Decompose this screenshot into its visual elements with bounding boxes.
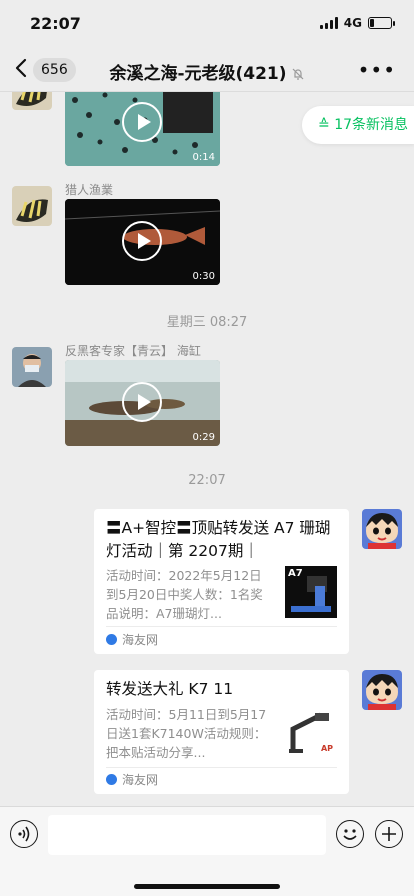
new-messages-label: 17条新消息 <box>334 117 409 133</box>
card-description: 活动时间：5月11日到5月17日送1套K7140W活动规则：把本贴活动分享... <box>106 707 267 760</box>
double-chevron-up-icon: ≙ <box>318 117 330 133</box>
chat-title: 余溪之海-元老级(421) <box>0 59 414 84</box>
video-duration: 0:14 <box>192 152 215 163</box>
status-bar: 22:07 4G <box>0 0 414 48</box>
chat-header: 656 余溪之海-元老级(421) ••• <box>0 48 414 92</box>
avatar[interactable] <box>12 186 52 226</box>
message-input[interactable] <box>48 815 326 855</box>
voice-icon[interactable] <box>10 820 38 848</box>
card-source: 海友网 <box>106 631 158 648</box>
play-icon[interactable] <box>122 382 162 422</box>
source-logo-icon <box>106 634 117 645</box>
more-dots-icon[interactable]: ••• <box>358 60 396 80</box>
source-name: 海友网 <box>122 773 159 787</box>
plus-icon[interactable] <box>375 820 403 848</box>
card-thumbnail: A7 <box>285 566 337 618</box>
message-list[interactable]: 0:14 ≙ 17条新消息 猎人渔業 0:30 星期三 08:27 反黑客专家【… <box>0 92 414 806</box>
chat-title-text: 余溪之海-元老级(421) <box>109 64 287 84</box>
status-indicators: 4G <box>319 16 395 30</box>
bell-slash-icon <box>292 68 303 80</box>
video-message[interactable]: 0:29 <box>65 360 220 446</box>
video-duration: 0:30 <box>192 271 215 282</box>
signal-icon <box>319 17 338 29</box>
timestamp: 星期三 08:27 <box>166 315 248 330</box>
card-title: 转发送大礼 K7 11 <box>106 680 234 698</box>
play-icon[interactable] <box>122 102 162 142</box>
video-duration: 0:29 <box>192 432 215 443</box>
new-messages-pill[interactable]: ≙ 17条新消息 <box>302 106 414 144</box>
home-indicator[interactable] <box>134 884 280 889</box>
input-bar <box>0 806 414 896</box>
card-description: 活动时间：2022年5月12日到5月20日中奖人数：1名奖品说明：A7珊瑚灯..… <box>106 568 263 621</box>
video-message[interactable]: 0:14 <box>65 92 220 166</box>
emoji-icon[interactable] <box>336 820 364 848</box>
source-name: 海友网 <box>122 633 159 647</box>
card-thumbnail: AP <box>285 707 337 759</box>
source-logo-icon <box>106 774 117 785</box>
card-divider <box>106 626 337 627</box>
card-source: 海友网 <box>106 771 158 788</box>
video-message[interactable]: 0:30 <box>65 199 220 285</box>
status-time: 22:07 <box>30 14 81 33</box>
card-divider <box>106 767 337 768</box>
sender-name: 反黑客专家【青云】 海缸 <box>65 344 201 358</box>
avatar[interactable] <box>12 92 52 110</box>
timestamp: 22:07 <box>188 473 226 488</box>
link-card[interactable]: 〓A+智控〓顶贴转发送 A7 珊瑚灯活动｜第 2207期｜ 活动时间：2022年… <box>94 509 349 654</box>
battery-icon <box>368 17 395 29</box>
card-title: 〓A+智控〓顶贴转发送 A7 珊瑚灯活动｜第 2207期｜ <box>106 519 331 560</box>
play-icon[interactable] <box>122 221 162 261</box>
sender-name: 猎人渔業 <box>65 183 114 197</box>
network-type: 4G <box>343 16 362 30</box>
avatar[interactable] <box>362 670 402 710</box>
link-card[interactable]: 转发送大礼 K7 11 活动时间：5月11日到5月17日送1套K7140W活动规… <box>94 670 349 794</box>
thumb-label: AP <box>320 744 333 753</box>
avatar[interactable] <box>362 509 402 549</box>
avatar[interactable] <box>12 347 52 387</box>
